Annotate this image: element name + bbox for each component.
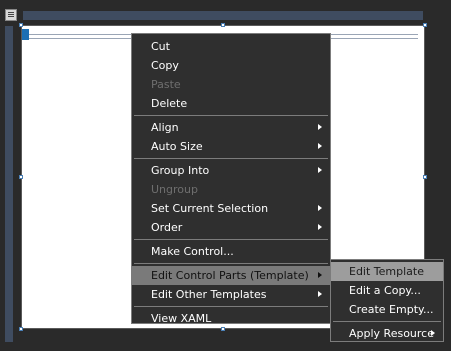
menu-item-label: Paste	[151, 78, 181, 91]
menu-item-label: Edit a Copy...	[349, 284, 421, 297]
menu-item-label: Create Empty...	[349, 303, 434, 316]
menu-item-label: Order	[151, 221, 183, 234]
submenu-arrow-icon	[318, 272, 322, 278]
submenu-arrow-icon	[318, 167, 322, 173]
menu-item-delete[interactable]: Delete	[132, 94, 330, 113]
menu-item-label: Delete	[151, 97, 188, 110]
submenu-item-create-empty[interactable]: Create Empty...	[331, 300, 443, 319]
resize-handle-left[interactable]	[19, 175, 23, 179]
menu-item-make-control[interactable]: Make Control...	[132, 242, 330, 261]
context-menu: Cut Copy Paste Delete Align Auto Size Gr…	[131, 33, 331, 325]
menu-separator	[134, 263, 328, 264]
template-submenu: Edit Template Edit a Copy... Create Empt…	[330, 259, 444, 342]
selection-marker[interactable]	[22, 29, 29, 40]
menu-item-edit-other-templates[interactable]: Edit Other Templates	[132, 285, 330, 304]
menu-item-label: Edit Other Templates	[151, 288, 267, 301]
submenu-item-apply-resource[interactable]: Apply Resource	[331, 324, 443, 343]
menu-item-order[interactable]: Order	[132, 218, 330, 237]
vertical-ruler	[5, 26, 13, 342]
menu-item-label: Ungroup	[151, 183, 198, 196]
menu-item-edit-control-parts[interactable]: Edit Control Parts (Template)	[132, 266, 330, 285]
submenu-item-edit-a-copy[interactable]: Edit a Copy...	[331, 281, 443, 300]
resize-handle-top[interactable]	[221, 23, 225, 27]
submenu-arrow-icon	[318, 224, 322, 230]
menu-item-label: Edit Control Parts (Template)	[151, 269, 309, 282]
menu-item-ungroup: Ungroup	[132, 180, 330, 199]
resize-handle-bottom-left[interactable]	[19, 327, 23, 331]
menu-item-label: Make Control...	[151, 245, 234, 258]
menu-item-group-into[interactable]: Group Into	[132, 161, 330, 180]
resize-handle-top-right[interactable]	[423, 23, 427, 27]
submenu-arrow-icon	[318, 205, 322, 211]
menu-item-label: Align	[151, 121, 179, 134]
menu-separator	[134, 239, 328, 240]
menu-item-label: Group Into	[151, 164, 210, 177]
menu-item-label: Cut	[151, 40, 170, 53]
menu-item-label: Apply Resource	[349, 327, 434, 340]
menu-item-align[interactable]: Align	[132, 118, 330, 137]
menu-item-auto-size[interactable]: Auto Size	[132, 137, 330, 156]
submenu-item-edit-template[interactable]: Edit Template	[331, 262, 443, 281]
submenu-arrow-icon	[431, 330, 435, 336]
document-icon	[5, 9, 17, 21]
menu-separator	[134, 306, 328, 307]
menu-item-set-current-selection[interactable]: Set Current Selection	[132, 199, 330, 218]
menu-separator	[134, 115, 328, 116]
submenu-arrow-icon	[318, 143, 322, 149]
menu-separator	[333, 321, 441, 322]
horizontal-ruler	[23, 11, 423, 20]
menu-item-label: Edit Template	[349, 265, 424, 278]
menu-item-cut[interactable]: Cut	[132, 37, 330, 56]
menu-separator	[134, 158, 328, 159]
menu-item-label: Auto Size	[151, 140, 203, 153]
menu-item-copy[interactable]: Copy	[132, 56, 330, 75]
menu-item-paste: Paste	[132, 75, 330, 94]
menu-item-label: Copy	[151, 59, 179, 72]
menu-item-view-xaml[interactable]: View XAML	[132, 309, 330, 328]
resize-handle-right[interactable]	[423, 175, 427, 179]
resize-handle-top-left[interactable]	[19, 23, 23, 27]
submenu-arrow-icon	[318, 124, 322, 130]
submenu-arrow-icon	[318, 291, 322, 297]
menu-item-label: View XAML	[151, 312, 212, 325]
menu-item-label: Set Current Selection	[151, 202, 269, 215]
